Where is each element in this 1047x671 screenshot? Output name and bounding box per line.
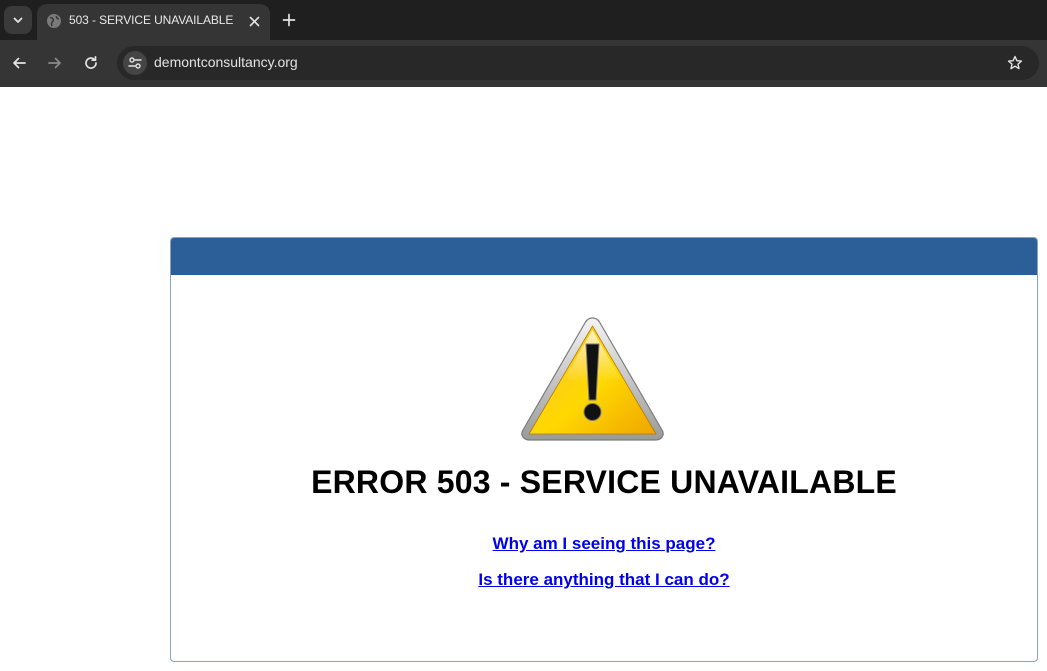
arrow-left-icon xyxy=(13,57,26,69)
browser-toolbar: demontconsultancy.org xyxy=(0,40,1047,87)
address-bar[interactable]: demontconsultancy.org xyxy=(117,46,1039,80)
tab-search-button[interactable] xyxy=(4,6,32,34)
error-panel: ERROR 503 - SERVICE UNAVAILABLE Why am I… xyxy=(170,237,1038,662)
warning-triangle-icon xyxy=(521,317,664,441)
plus-icon xyxy=(282,13,296,27)
new-tab-button[interactable] xyxy=(279,10,299,30)
reload-icon xyxy=(85,55,97,69)
why-seeing-page-link[interactable]: Why am I seeing this page? xyxy=(171,534,1037,554)
arrow-right-icon xyxy=(48,57,61,69)
tune-icon xyxy=(128,57,142,69)
chevron-down-icon xyxy=(13,17,23,23)
forward-button[interactable] xyxy=(44,52,66,74)
url-text[interactable]: demontconsultancy.org xyxy=(154,54,298,70)
site-info-button[interactable] xyxy=(123,51,147,75)
tab-strip: 503 - SERVICE UNAVAILABLE xyxy=(0,0,1047,40)
tab-close-button[interactable] xyxy=(245,12,263,30)
error-title: ERROR 503 - SERVICE UNAVAILABLE xyxy=(311,464,897,500)
tab-title: 503 - SERVICE UNAVAILABLE xyxy=(69,13,234,27)
globe-icon xyxy=(47,14,61,28)
star-icon xyxy=(1007,55,1023,70)
back-button[interactable] xyxy=(8,52,30,74)
panel-header-bar xyxy=(171,238,1037,275)
browser-tab[interactable]: 503 - SERVICE UNAVAILABLE xyxy=(37,4,270,40)
bookmark-button[interactable] xyxy=(1005,53,1025,73)
what-can-i-do-link[interactable]: Is there anything that I can do? xyxy=(171,570,1037,590)
reload-button[interactable] xyxy=(80,52,102,74)
close-icon xyxy=(249,16,259,26)
